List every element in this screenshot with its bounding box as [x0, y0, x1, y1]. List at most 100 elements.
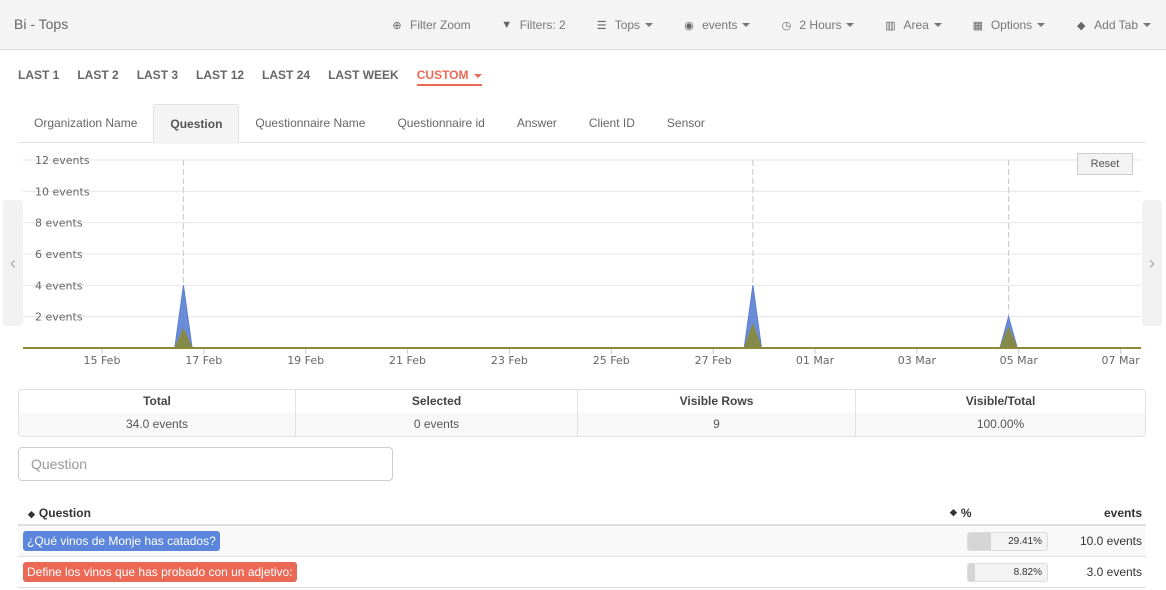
percent-cell: 8.82%	[950, 562, 1060, 582]
filter-icon: ▼	[501, 19, 513, 31]
column-header-events[interactable]: events	[1060, 506, 1146, 520]
topnav-item-2-hours[interactable]: ◷ 2 Hours	[765, 0, 869, 50]
caret-down-icon	[645, 23, 654, 27]
y-tick-label: 4 events	[35, 279, 83, 292]
x-tick-label: 05 Mar	[1000, 354, 1039, 367]
dimension-tabs: Organization Name Question Questionnaire N…	[18, 104, 1146, 144]
stat-visible-total: Visible/Total 100.00%	[856, 390, 1145, 436]
topnav-item-area[interactable]: ▥ Area	[869, 0, 956, 50]
quick-range-label: LAST 12	[196, 68, 245, 82]
quick-range-custom[interactable]: CUSTOM	[416, 66, 482, 86]
quick-range-last-12[interactable]: LAST 12	[196, 66, 244, 86]
topnav-item-options[interactable]: ▦ Options	[957, 0, 1060, 50]
table-row[interactable]: ¿Qué vinos de Monje has catados? 29.41% 10…	[18, 526, 1146, 557]
reset-zoom-button[interactable]: Reset	[1077, 153, 1133, 175]
topnav-item-filter-zoom[interactable]: ⊕ Filter Zoom	[376, 0, 486, 50]
question-badge[interactable]: ¿Qué vinos de Monje has catados?	[23, 531, 220, 551]
x-tick-label: 25 Feb	[593, 354, 630, 367]
quick-range-last-2[interactable]: LAST 2	[77, 66, 118, 86]
search-plus-icon: ⊕	[392, 19, 402, 32]
chevron-left-icon: ‹	[10, 252, 16, 273]
list-icon: ☰	[596, 19, 607, 32]
quick-range-label: LAST 2	[77, 68, 119, 82]
tab-sensor[interactable]: Sensor	[651, 104, 721, 143]
y-tick-label: 12 events	[35, 154, 90, 167]
topnav-item-label: Filter Zoom	[410, 18, 471, 32]
quick-range-label: CUSTOM	[416, 68, 469, 82]
top-navbar: Bi - Tops ⊕ Filter Zoom ▼ Filters: 2 ☰ Tops ◉ e…	[0, 0, 1166, 50]
next-range-button[interactable]: ›	[1142, 200, 1162, 326]
grid-icon: ▦	[972, 19, 984, 32]
stat-label: Selected	[296, 390, 577, 413]
x-tick-label: 15 Feb	[83, 354, 120, 367]
tab-questionnaire-name[interactable]: Questionnaire Name	[239, 104, 381, 143]
quick-range-label: LAST 3	[136, 68, 179, 82]
x-tick-label: 21 Feb	[389, 354, 426, 367]
quick-range-label: LAST WEEK	[328, 68, 399, 82]
percent-bar-fill	[968, 563, 975, 581]
quick-range-last-24[interactable]: LAST 24	[262, 66, 310, 86]
question-search-input[interactable]	[18, 447, 393, 481]
tab-organization-name[interactable]: Organization Name	[18, 104, 153, 143]
dashboard-icon: ◉	[684, 19, 694, 32]
sort-icon: ◆	[950, 507, 957, 517]
sort-icon: ◆	[28, 508, 35, 519]
tab-questionnaire-id[interactable]: Questionnaire id	[381, 104, 500, 143]
x-tick-label: 23 Feb	[491, 354, 528, 367]
column-header-percent[interactable]: ◆%	[950, 506, 1060, 520]
x-tick-label: 03 Mar	[898, 354, 937, 367]
question-badge[interactable]: Define los vinos que has probado con un …	[23, 562, 297, 582]
table-row[interactable]: Define los vinos que has probado con un …	[18, 557, 1146, 588]
summary-stats: Total 34.0 events Selected 0 events Visible …	[18, 389, 1146, 437]
x-tick-label: 19 Feb	[287, 354, 324, 367]
topnav-item-label: Area	[903, 18, 929, 32]
caret-down-icon	[742, 23, 751, 27]
caret-down-icon	[1037, 23, 1046, 27]
topnav-item-label: Filters: 2	[519, 18, 566, 32]
events-area-chart[interactable]: 2 events 4 events 6 events 8 events 10 event…	[0, 148, 1166, 374]
stat-label: Total	[19, 390, 295, 413]
tab-question[interactable]: Question	[153, 104, 240, 144]
quick-range-label: LAST 1	[18, 68, 60, 82]
percent-bar-fill	[968, 532, 992, 550]
tags-icon: ◆	[1076, 19, 1086, 32]
topnav-item-label: events	[702, 18, 738, 32]
quick-range-label: LAST 24	[262, 68, 311, 82]
chart-svg[interactable]: 2 events 4 events 6 events 8 events 10 event…	[0, 148, 1166, 374]
stat-value: 100.00%	[856, 413, 1145, 436]
caret-down-icon	[1143, 23, 1151, 27]
topnav-item-label: Add Tab	[1094, 18, 1138, 32]
y-tick-label: 8 events	[35, 217, 83, 230]
stat-value: 9	[578, 413, 855, 436]
events-cell: 10.0 events	[1079, 534, 1142, 548]
percent-label: 29.41%	[1008, 535, 1042, 547]
question-cell: Define los vinos que has probado con un …	[18, 562, 950, 582]
column-header-question[interactable]: ◆ Question	[18, 506, 950, 520]
previous-range-button[interactable]: ‹	[3, 200, 23, 326]
quick-range-last-3[interactable]: LAST 3	[137, 66, 178, 86]
quick-range-last-1[interactable]: LAST 1	[18, 66, 59, 86]
caret-down-icon	[846, 23, 855, 27]
topnav-item-add-tab[interactable]: ◆ Add Tab	[1060, 0, 1166, 50]
quick-range-selector: LAST 1 LAST 2 LAST 3 LAST 12 LAST 24 LAST WEE…	[18, 66, 500, 86]
top-menu: ⊕ Filter Zoom ▼ Filters: 2 ☰ Tops ◉ events ◷ 2 Ho…	[376, 0, 1166, 50]
caret-down-icon	[933, 23, 942, 27]
stat-value: 34.0 events	[19, 413, 295, 436]
x-tick-label: 17 Feb	[185, 354, 222, 367]
percent-label: 8.82%	[1013, 566, 1042, 578]
stat-value: 0 events	[296, 413, 577, 436]
stat-label: Visible/Total	[856, 390, 1145, 413]
topnav-item-events[interactable]: ◉ events	[668, 0, 765, 50]
tab-answer[interactable]: Answer	[501, 104, 573, 143]
bar-chart-icon: ▥	[885, 19, 896, 32]
topnav-item-tops[interactable]: ☰ Tops	[581, 0, 668, 50]
stat-total: Total 34.0 events	[19, 390, 296, 436]
events-cell: 3.0 events	[1086, 565, 1142, 579]
y-tick-label: 6 events	[35, 248, 83, 261]
y-tick-label: 2 events	[35, 311, 83, 324]
topnav-item-filters-2[interactable]: ▼ Filters: 2	[486, 0, 581, 50]
stat-selected: Selected 0 events	[296, 390, 578, 436]
tab-client-id[interactable]: Client ID	[573, 104, 651, 143]
topnav-item-label: 2 Hours	[799, 18, 842, 32]
quick-range-last-week[interactable]: LAST WEEK	[328, 66, 399, 86]
